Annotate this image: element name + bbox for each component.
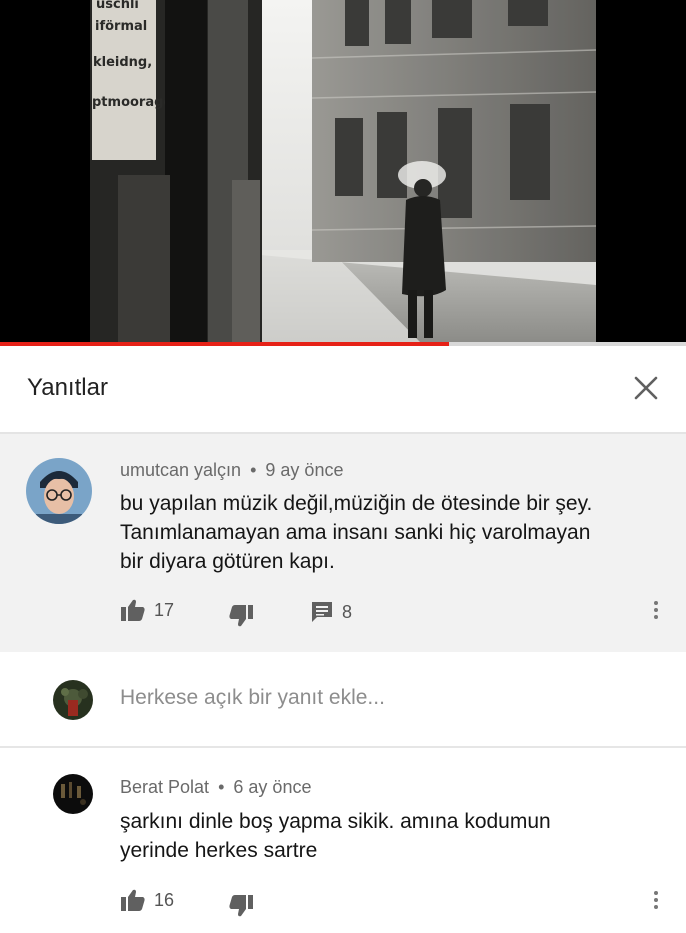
poster-text-4: ptmoorage [92,95,172,110]
poster-text-2: iförmal [95,19,147,34]
comment-text-line: şarkını dinle boş yapma sikik. amına kod… [120,810,551,833]
comment-text-line: yerinde herkes sartre [120,839,318,862]
comment-text: şarkını dinle boş yapma sikik. amına kod… [120,807,670,865]
dislike-button[interactable] [228,604,254,628]
thumbs-up-icon [121,599,145,621]
more-options-button[interactable] [646,888,666,918]
current-user-avatar-image [53,680,93,720]
video-player[interactable]: uschli iförmal kleidng, ptmoorage [0,0,686,342]
like-button[interactable]: 16 [120,888,174,912]
thumbs-down-icon [229,895,253,917]
avatar [53,680,93,720]
comment-text-line: Tanımlanamayan ama insanı sanki hiç varo… [120,521,591,544]
poster-text-1: uschli [96,0,139,12]
user-avatar-image [26,458,92,524]
thumbs-down-icon [229,605,253,627]
dislike-button[interactable] [228,894,254,918]
meta-separator: • [218,777,225,797]
reply-comment: Berat Polat • 6 ay önce şarkını dinle bo… [0,748,686,933]
comment-text: bu yapılan müzik değil,müziğin de ötesin… [120,489,670,576]
thumbs-up-icon [121,889,145,911]
more-options-button[interactable] [646,598,666,628]
poster-text-3: kleidng, [93,55,152,70]
comment-meta: umutcan yalçın • 9 ay önce [120,460,343,481]
parent-comment: umutcan yalçın • 9 ay önce bu yapılan mü… [0,434,686,652]
reply-button[interactable]: 8 [310,600,352,624]
more-vertical-icon [646,601,666,619]
comment-text-line: bu yapılan müzik değil,müziğin de ötesin… [120,492,593,515]
panel-title: Yanıtlar [27,374,108,401]
close-button[interactable] [628,370,664,406]
comment-meta: Berat Polat • 6 ay önce [120,777,311,798]
like-button[interactable]: 17 [120,598,174,622]
reply-icon [312,602,332,622]
like-count: 16 [154,889,175,910]
reply-input[interactable] [120,686,640,710]
replies-panel-header: Yanıtlar [0,346,686,434]
avatar[interactable] [53,774,93,814]
comment-author[interactable]: umutcan yalçın [120,460,241,480]
comment-time: 6 ay önce [233,777,312,797]
user-avatar-image [53,774,93,814]
reply-count: 8 [342,601,353,622]
comment-time: 9 ay önce [265,460,344,480]
video-frame-image: uschli iförmal kleidng, ptmoorage [0,0,686,342]
close-icon [634,376,658,400]
meta-separator: • [250,460,257,480]
more-vertical-icon [646,891,666,909]
avatar[interactable] [26,458,92,524]
comment-text-line: bir diyara götüren kapı. [120,550,335,573]
reply-composer [0,652,686,748]
comment-author[interactable]: Berat Polat [120,777,209,797]
like-count: 17 [154,599,175,620]
